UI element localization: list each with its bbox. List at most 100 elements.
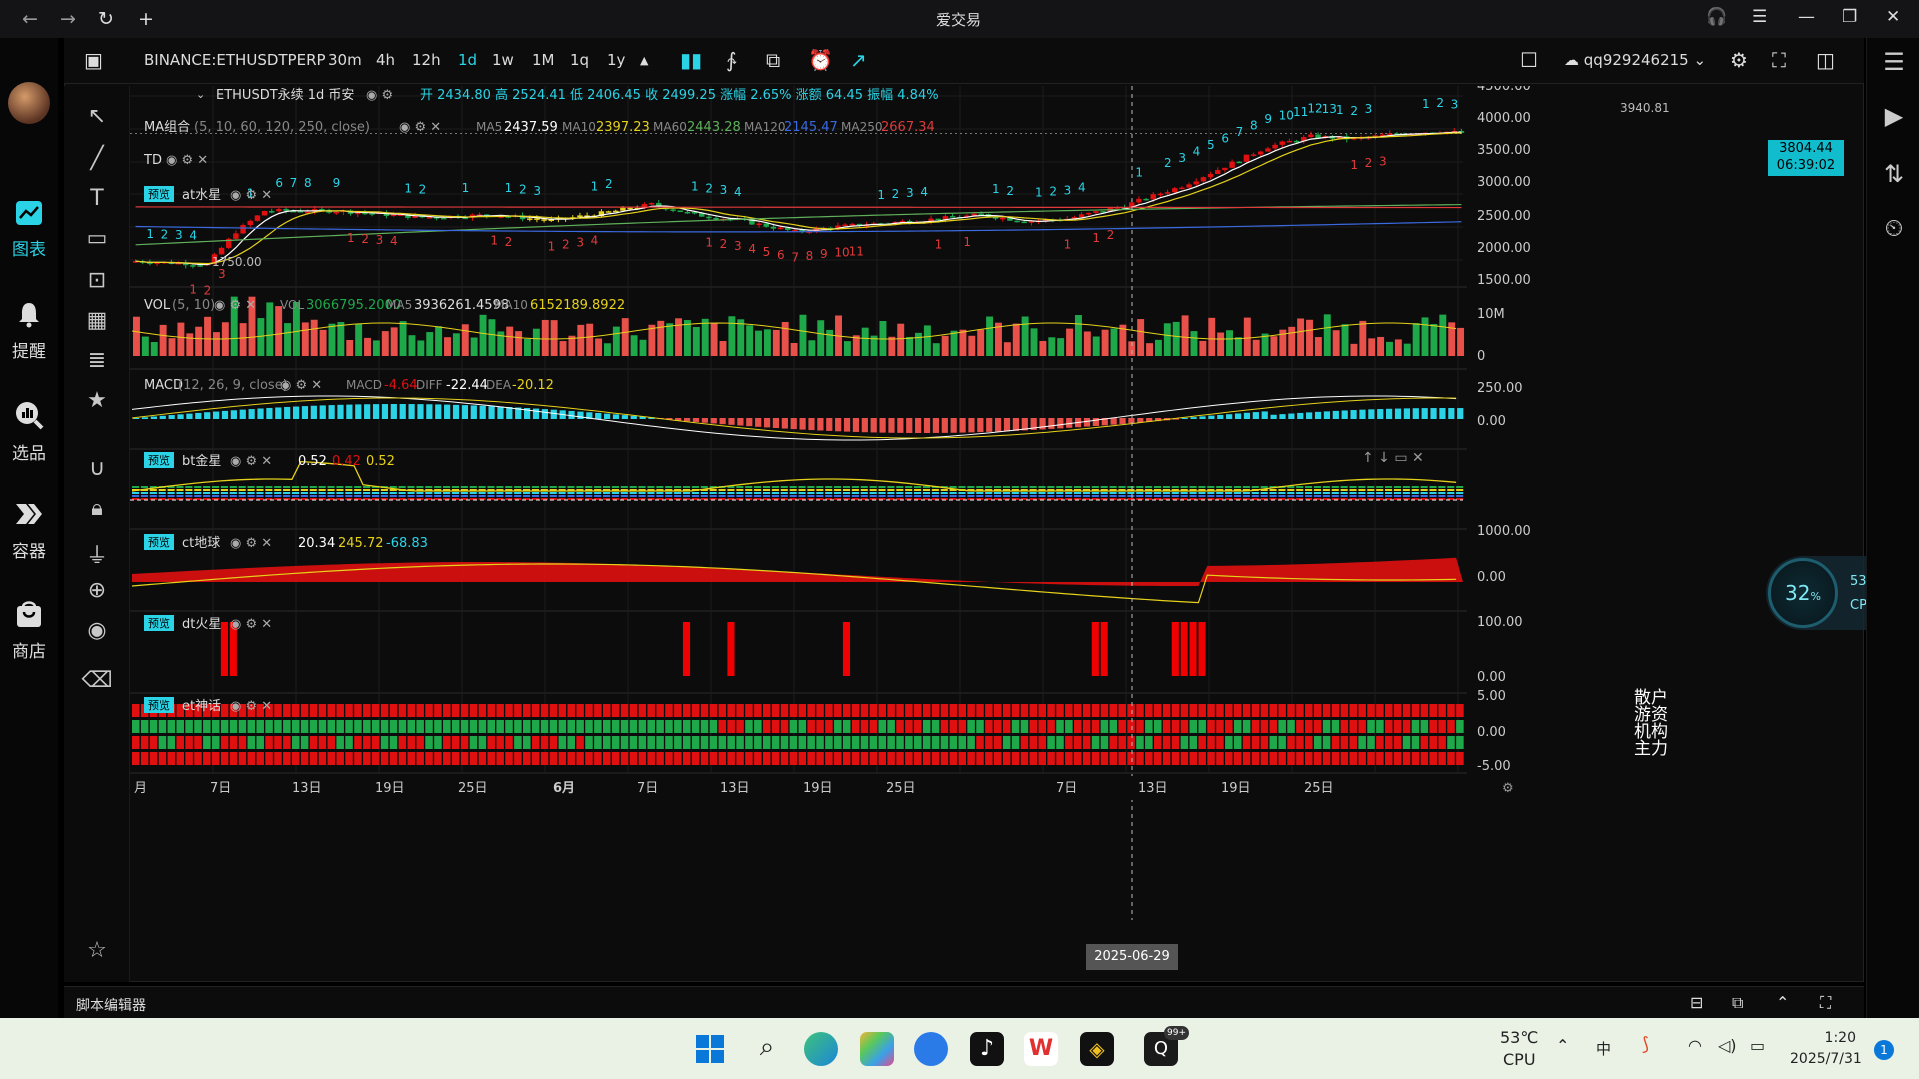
line-tool-icon[interactable]: ╱ — [64, 146, 130, 171]
interval-4h[interactable]: 4h — [376, 51, 395, 69]
interval-1d[interactable]: 1d — [458, 51, 477, 69]
eye-icon[interactable]: ◉ ⚙ ✕ — [280, 378, 322, 393]
volume-bar — [1083, 331, 1091, 356]
forward-button[interactable]: → — [60, 8, 76, 30]
trade-icon[interactable]: ⇅ — [1877, 160, 1911, 194]
gallery-icon[interactable] — [860, 1032, 894, 1066]
wifi-icon[interactable]: ◠ — [1688, 1036, 1702, 1055]
nav-shop[interactable]: 商店 — [0, 600, 58, 662]
bt-stripe — [1313, 486, 1322, 488]
clock-time[interactable]: 1:20 — [1800, 1030, 1856, 1046]
macd-bar — [941, 418, 948, 433]
compare-icon[interactable]: ⧉ — [766, 48, 780, 72]
eye-icon[interactable]: ◉ ⚙ ✕ — [230, 536, 272, 551]
wps-icon[interactable]: W — [1024, 1032, 1058, 1066]
bt-stripe — [834, 486, 842, 488]
eraser-icon[interactable]: ⌫ — [64, 668, 130, 693]
favorite-star-icon[interactable]: ☆ — [64, 938, 130, 963]
restore-button[interactable]: ❐ — [1842, 7, 1857, 27]
interval-1q[interactable]: 1q — [570, 51, 589, 69]
pane-controls[interactable]: ↑ ↓ ▭ ✕ — [1362, 450, 1424, 466]
interval-more-icon[interactable]: ▲ — [640, 54, 648, 67]
save-icon[interactable]: ⊟ — [1690, 993, 1703, 1012]
nav-alerts[interactable]: 提醒 — [0, 300, 58, 362]
interval-1y[interactable]: 1y — [607, 51, 625, 69]
interval-30m[interactable]: 30m — [328, 51, 362, 69]
drawing-icon[interactable]: ↗ — [850, 48, 867, 72]
back-button[interactable]: ← — [22, 8, 38, 30]
eye-icon[interactable]: ◉ ⚙ ✕ — [399, 120, 441, 135]
edge-icon[interactable] — [804, 1032, 838, 1066]
clock-date[interactable]: 2025/7/31 — [1790, 1051, 1862, 1067]
et-cell — [825, 704, 833, 717]
collapse-icon[interactable]: ⌄ — [196, 88, 205, 101]
interval-1w[interactable]: 1w — [492, 51, 514, 69]
axis-settings-icon[interactable]: ⚙ — [1502, 781, 1514, 796]
square-icon[interactable]: ☐ — [1520, 48, 1538, 72]
battery-icon[interactable]: ▭ — [1750, 1036, 1765, 1055]
layout-icon[interactable]: ▣ — [84, 48, 103, 72]
bt-stripe — [887, 486, 895, 488]
menu-icon[interactable]: ☰ — [1752, 7, 1767, 27]
nav-chart[interactable]: 图表 — [0, 200, 58, 260]
tiktok-icon[interactable]: ♪ — [970, 1032, 1004, 1066]
eye-icon[interactable]: ◉ ⚙ ✕ — [230, 699, 272, 714]
text-tool-icon[interactable]: T — [64, 186, 130, 211]
ime-indicator[interactable]: 中 — [1596, 1038, 1611, 1059]
minimize-button[interactable]: — — [1798, 7, 1815, 27]
new-window-icon[interactable]: ⧉ — [1732, 993, 1743, 1013]
eye-icon[interactable]: ◉ ⚙ ✕ — [166, 153, 208, 168]
search-icon[interactable]: ⌕ — [750, 1032, 784, 1066]
measure-tool-icon[interactable]: ⊡ — [64, 268, 130, 293]
nav-container[interactable]: 容器 — [0, 500, 58, 562]
symbol-selector[interactable]: BINANCE:ETHUSDTPERP — [144, 51, 326, 69]
user-menu[interactable]: ☁ qq929246215 ⌄ — [1564, 51, 1706, 69]
start-icon[interactable] — [693, 1032, 727, 1066]
interval-1M[interactable]: 1M — [532, 51, 555, 69]
play-icon[interactable]: ▶ — [1877, 102, 1911, 136]
indicator-icon[interactable]: ∱ — [726, 48, 736, 72]
maximize-icon[interactable]: ⛶ — [1820, 993, 1831, 1013]
reload-button[interactable]: ↻ — [98, 8, 114, 30]
eye-icon[interactable]: ◉ ⚙ ✕ — [230, 617, 272, 632]
interval-12h[interactable]: 12h — [412, 51, 441, 69]
notification-badge[interactable]: 1 — [1874, 1040, 1894, 1060]
filter-icon[interactable]: ⏚ — [64, 538, 130, 570]
script-editor-tab[interactable]: 脚本编辑器 — [76, 995, 146, 1015]
eye-hide-icon[interactable]: ◉ — [64, 618, 130, 643]
list-icon[interactable]: ☰ — [1877, 48, 1911, 82]
magnet-icon[interactable]: ∪ — [64, 456, 130, 481]
candle-type-icon[interactable]: ▮▮ — [680, 48, 702, 72]
chevron-up-icon[interactable]: ⌃ — [1556, 1036, 1569, 1055]
eye-icon[interactable]: ◉ ⚙ — [366, 88, 393, 103]
volume-icon[interactable]: ◁) — [1718, 1036, 1737, 1055]
cursor-icon[interactable]: ↖ — [64, 104, 130, 129]
history-icon[interactable]: ⏲ — [1877, 214, 1911, 248]
grid-tool-icon[interactable]: ▦ — [64, 308, 130, 333]
fullscreen-icon[interactable]: ⛶ — [1772, 48, 1786, 72]
et-cell — [203, 720, 211, 733]
close-button[interactable]: ✕ — [1886, 7, 1900, 27]
chevron-up-icon[interactable]: ⌃ — [1776, 993, 1789, 1012]
aijiaoyi-icon[interactable]: ◈ — [1080, 1032, 1114, 1066]
et-cell — [754, 736, 762, 749]
settings-icon[interactable]: ⚙ — [1730, 48, 1748, 72]
star-tool-icon[interactable]: ★ — [64, 388, 130, 413]
alert-clock-icon[interactable]: ⏰ — [808, 48, 833, 72]
new-tab-button[interactable]: + — [138, 8, 154, 30]
eye-icon[interactable]: ◉ ⚙ ✕ — [214, 298, 256, 313]
app-tray-icon[interactable]: ⟆ — [1642, 1034, 1649, 1055]
avatar[interactable] — [8, 82, 50, 124]
qq-icon[interactable]: Q 99+ — [1144, 1026, 1189, 1066]
headset-icon[interactable]: 🎧 — [1706, 7, 1727, 27]
chart-plot[interactable]: 1 2 3 416 7 8 9 1 2 1 1 2 3 1 2 1 2 3 4 1 2 3 4 1 2 1 2 3 412 3 4 5 6 7 8 9… — [130, 86, 1764, 940]
fib-tool-icon[interactable]: ≣ — [64, 348, 130, 373]
rectangle-tool-icon[interactable]: ▭ — [64, 226, 130, 251]
eye-icon[interactable]: ◉ ⚙ ✕ — [230, 454, 272, 469]
panel-toggle-icon[interactable]: ◫ — [1816, 48, 1835, 72]
nav-select[interactable]: 选品 — [0, 400, 58, 464]
lock-icon[interactable]: 🔒︎ — [64, 496, 130, 521]
chat-icon[interactable] — [914, 1032, 948, 1066]
eye-icon[interactable]: ◉ ⚙ ✕ — [230, 188, 272, 203]
target-icon[interactable]: ⊕ — [64, 578, 130, 603]
